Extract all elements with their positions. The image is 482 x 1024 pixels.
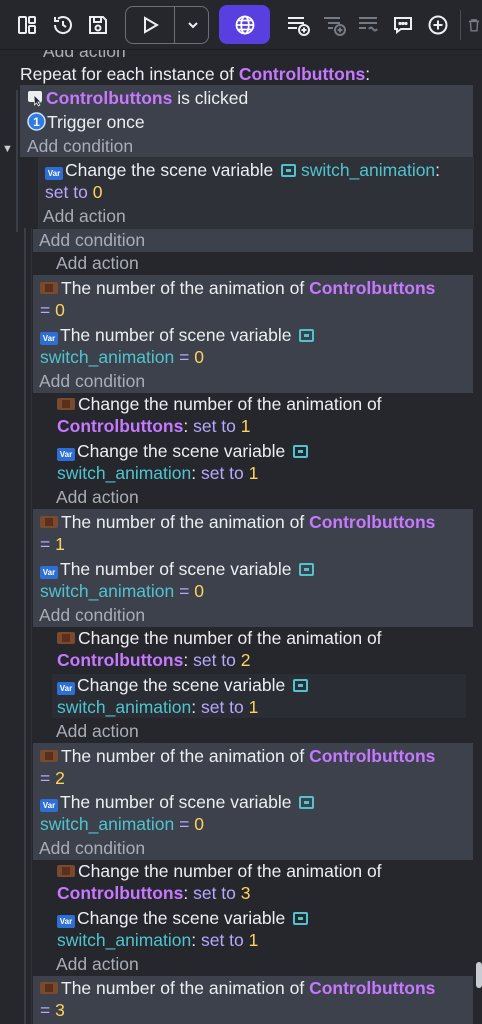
globe-icon: [235, 15, 254, 34]
events-sheet: Add action Repeat for each instance of C…: [0, 50, 482, 1024]
layout-icon[interactable]: [12, 6, 42, 44]
condition-animation-number[interactable]: The number of the animation of Controlbu…: [40, 745, 435, 767]
action-change-animation[interactable]: Change the number of the animation of: [57, 627, 382, 649]
animation-icon: [40, 750, 58, 762]
toolbar: [0, 0, 482, 50]
scrollbar-thumb[interactable]: [476, 962, 482, 988]
condition-value: switch_animation = 0: [40, 347, 204, 367]
scene-variable-icon: [299, 796, 315, 809]
condition-value: switch_animation = 0: [40, 581, 204, 601]
add-condition-link[interactable]: Add condition: [27, 135, 133, 157]
add-action-link[interactable]: Add action: [56, 486, 139, 508]
add-action-link[interactable]: Add action: [56, 252, 139, 274]
variable-icon: Var: [57, 682, 75, 695]
action-value: set to 0: [45, 182, 103, 202]
scene-variable-icon: [293, 912, 309, 925]
add-other-icon[interactable]: [423, 6, 453, 44]
condition-value: = 2: [40, 768, 65, 788]
condition-clicked[interactable]: Controlbuttons is clicked: [27, 87, 248, 109]
tree-line: [31, 228, 32, 1024]
divider: [174, 7, 175, 43]
trigger-once-icon: 1: [27, 112, 46, 131]
scene-variable-icon: [281, 164, 297, 177]
condition-value: = 0: [40, 300, 65, 320]
scene-variable-icon: [299, 563, 315, 576]
chevron-down-icon[interactable]: [178, 7, 208, 43]
add-sub-event-icon[interactable]: [319, 6, 349, 44]
condition-animation-number[interactable]: The number of the animation of Controlbu…: [40, 977, 435, 999]
animation-icon: [57, 398, 75, 410]
divider: [460, 10, 461, 40]
action-value: switch_animation: set to 1: [57, 697, 259, 717]
action-change-scene-variable[interactable]: Var Change the scene variable: [57, 440, 309, 462]
animation-icon: [40, 282, 58, 294]
add-condition-link[interactable]: Add condition: [39, 837, 145, 859]
action-change-animation[interactable]: Change the number of the animation of: [57, 393, 382, 415]
repeat-event-header[interactable]: Repeat for each instance of Controlbutto…: [20, 63, 370, 85]
variable-icon: Var: [57, 448, 75, 461]
save-icon[interactable]: [83, 6, 113, 44]
condition-animation-number[interactable]: The number of the animation of Controlbu…: [40, 511, 435, 533]
action-change-scene-variable[interactable]: Var Change the scene variable: [57, 674, 309, 696]
animation-icon: [40, 516, 58, 528]
add-condition-link[interactable]: Add condition: [39, 370, 145, 392]
condition-trigger-once[interactable]: 1 Trigger once: [27, 111, 145, 133]
add-event-icon[interactable]: [283, 6, 313, 44]
run-button-group: [125, 6, 209, 44]
variable-icon: Var: [40, 332, 58, 345]
add-condition-link[interactable]: Add condition: [39, 229, 145, 251]
action-value: switch_animation: set to 1: [57, 463, 259, 483]
network-preview-button[interactable]: [219, 5, 270, 44]
add-group-icon[interactable]: [354, 6, 384, 44]
condition-scene-variable[interactable]: Var The number of scene variable: [40, 791, 315, 813]
collapse-arrow-icon[interactable]: ▼: [2, 138, 13, 160]
action-value: Controlbuttons: set to 1: [57, 416, 251, 436]
tree-line: [16, 90, 18, 232]
condition-animation-number[interactable]: The number of the animation of Controlbu…: [40, 277, 435, 299]
scene-variable-icon: [293, 445, 309, 458]
scene-variable-icon: [293, 679, 309, 692]
action-change-scene-variable[interactable]: Var Change the scene variable: [57, 907, 309, 929]
condition-scene-variable[interactable]: Var The number of scene variable: [40, 324, 315, 346]
svg-text:1: 1: [33, 115, 40, 129]
scene-variable-icon: [299, 329, 315, 342]
action-change-animation[interactable]: Change the number of the animation of: [57, 860, 382, 882]
action-change-scene-variable[interactable]: Var Change the scene variable switch_anim…: [45, 159, 440, 181]
history-icon[interactable]: [48, 6, 78, 44]
play-icon[interactable]: [134, 7, 166, 43]
add-comment-icon[interactable]: [388, 6, 418, 44]
add-action-link[interactable]: Add action: [56, 720, 139, 742]
condition-value: = 1: [40, 534, 65, 554]
animation-icon: [57, 865, 75, 877]
action-value: Controlbuttons: set to 2: [57, 650, 251, 670]
action-value: switch_animation: set to 1: [57, 930, 259, 950]
tree-line: [24, 228, 26, 1024]
add-condition-link[interactable]: Add condition: [39, 604, 145, 626]
action-value: Controlbuttons: set to 3: [57, 883, 251, 903]
variable-icon: Var: [45, 167, 63, 180]
animation-icon: [57, 632, 75, 644]
condition-value: switch_animation = 0: [40, 814, 204, 834]
condition-value: = 3: [40, 1000, 65, 1020]
variable-icon: Var: [40, 566, 58, 579]
variable-icon: Var: [40, 799, 58, 812]
add-action-link[interactable]: Add action: [43, 50, 126, 62]
add-action-link[interactable]: Add action: [43, 205, 126, 227]
condition-scene-variable[interactable]: Var The number of scene variable: [40, 558, 315, 580]
trash-icon[interactable]: [466, 6, 482, 44]
add-action-link[interactable]: Add action: [56, 953, 139, 975]
variable-icon: Var: [57, 915, 75, 928]
cursor-icon: [28, 91, 42, 107]
animation-icon: [40, 982, 58, 994]
